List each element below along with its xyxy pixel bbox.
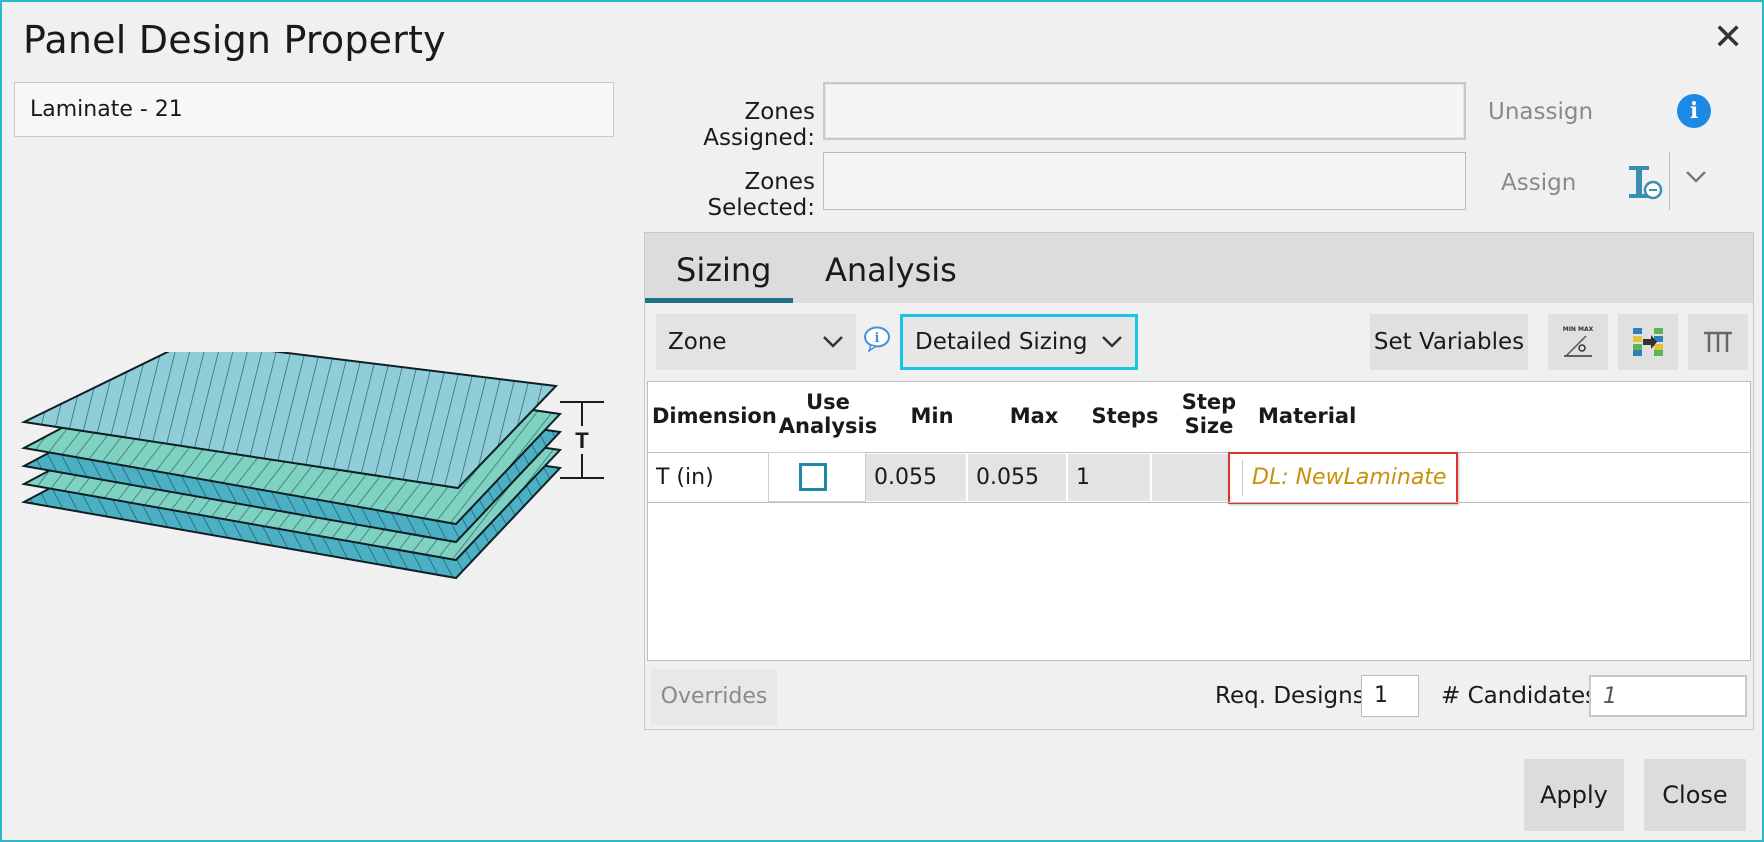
zones-assigned-field[interactable] bbox=[823, 82, 1466, 140]
unassign-button[interactable]: Unassign bbox=[1488, 99, 1593, 125]
chevron-down-icon bbox=[823, 336, 843, 348]
info-icon[interactable]: i bbox=[1677, 94, 1711, 128]
close-button[interactable]: Close bbox=[1644, 759, 1746, 831]
dialog-title: Panel Design Property bbox=[23, 18, 446, 62]
laminate-stack-illustration: T bbox=[20, 352, 604, 580]
matrix-transfer-icon[interactable] bbox=[1618, 314, 1678, 370]
material-cell-divider bbox=[1242, 460, 1243, 496]
close-icon[interactable]: ✕ bbox=[1713, 20, 1743, 56]
active-tab-indicator bbox=[645, 298, 793, 303]
min-max-icon[interactable]: MIN MAX bbox=[1548, 314, 1608, 370]
zones-assigned-label: Zones Assigned: bbox=[703, 99, 815, 151]
chevron-down-icon[interactable] bbox=[1684, 164, 1708, 188]
col-header-min[interactable]: Min bbox=[882, 404, 982, 428]
col-header-use-analysis-line2: Analysis bbox=[778, 414, 878, 438]
overrides-button[interactable]: Overrides bbox=[651, 669, 777, 725]
col-header-step-size[interactable]: Step Size bbox=[1164, 390, 1254, 438]
cell-max[interactable]: 0.055 bbox=[968, 454, 1068, 501]
cell-material[interactable]: DL: NewLaminate bbox=[1228, 452, 1458, 504]
candidates-label: # Candidates bbox=[1441, 683, 1598, 709]
col-header-use-analysis[interactable]: Use Analysis bbox=[768, 390, 888, 438]
sizing-mode-dropdown[interactable]: Detailed Sizing bbox=[900, 314, 1138, 370]
columns-glyph bbox=[1704, 331, 1732, 352]
property-name-field[interactable]: Laminate - 21 bbox=[14, 82, 614, 137]
tab-bar: Sizing Analysis bbox=[645, 233, 1753, 303]
col-header-steps[interactable]: Steps bbox=[1080, 404, 1170, 428]
col-header-dimension[interactable]: Dimension bbox=[652, 404, 777, 428]
toolbar-separator bbox=[1669, 152, 1670, 210]
info-bubble-icon[interactable]: i bbox=[863, 326, 891, 352]
material-value: DL: NewLaminate bbox=[1252, 465, 1447, 490]
thickness-label: T bbox=[575, 428, 589, 453]
use-analysis-checkbox[interactable] bbox=[799, 463, 827, 491]
cell-min[interactable]: 0.055 bbox=[866, 454, 968, 501]
cell-steps[interactable]: 1 bbox=[1068, 454, 1152, 501]
col-header-max[interactable]: Max bbox=[984, 404, 1084, 428]
req-designs-input[interactable]: 1 bbox=[1361, 675, 1419, 717]
row-divider bbox=[648, 502, 1750, 503]
apply-button[interactable]: Apply bbox=[1524, 759, 1624, 831]
min-max-icon-text: MIN MAX bbox=[1563, 326, 1594, 333]
col-header-step-size-line1: Step bbox=[1181, 390, 1237, 414]
chevron-down-icon bbox=[1102, 336, 1122, 348]
req-designs-label: Req. Designs bbox=[1215, 683, 1365, 709]
zone-dropdown[interactable]: Zone bbox=[656, 314, 856, 370]
sizing-analysis-panel: Sizing Analysis Zone i Detailed Sizing S… bbox=[644, 232, 1754, 730]
min-max-glyph: MIN MAX bbox=[1563, 326, 1594, 357]
svg-text:i: i bbox=[875, 331, 880, 346]
cell-use-analysis bbox=[768, 452, 866, 502]
panel-design-property-dialog: Panel Design Property ✕ Laminate - 21 T … bbox=[0, 0, 1764, 842]
zones-selected-label: Zones Selected: bbox=[707, 169, 815, 221]
zones-selected-field[interactable] bbox=[823, 152, 1466, 210]
col-header-use-analysis-line1: Use bbox=[806, 390, 850, 414]
sizing-mode-value: Detailed Sizing bbox=[915, 329, 1088, 355]
zone-select-tool-icon[interactable] bbox=[1627, 164, 1663, 200]
col-header-step-size-line2: Size bbox=[1184, 414, 1234, 438]
columns-icon[interactable] bbox=[1688, 314, 1748, 370]
sizing-grid: Dimension Use Analysis Min Max Steps Ste… bbox=[647, 381, 1751, 661]
zone-dropdown-value: Zone bbox=[668, 329, 727, 355]
matrix-transfer-glyph bbox=[1633, 328, 1663, 356]
col-header-material[interactable]: Material bbox=[1256, 404, 1366, 428]
cell-dimension: T (in) bbox=[656, 465, 714, 490]
set-variables-button[interactable]: Set Variables bbox=[1370, 314, 1528, 370]
tab-analysis[interactable]: Analysis bbox=[825, 251, 957, 289]
tab-sizing[interactable]: Sizing bbox=[676, 251, 771, 289]
assign-button[interactable]: Assign bbox=[1501, 170, 1576, 196]
candidates-input[interactable]: 1 bbox=[1589, 675, 1747, 717]
